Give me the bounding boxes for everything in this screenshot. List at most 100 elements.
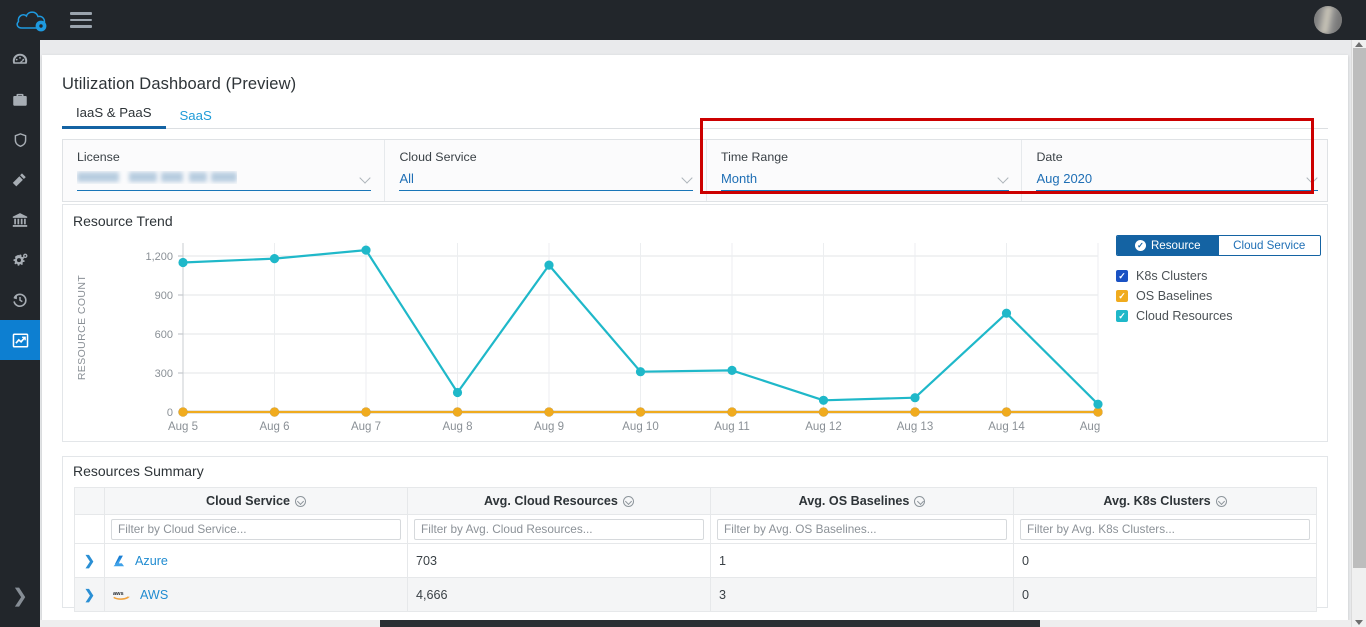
- legend-list: ✓ K8s Clusters ✓ OS Baselines ✓ Cloud Re…: [1116, 266, 1321, 326]
- sort-icon[interactable]: [1215, 496, 1227, 507]
- resources-summary-table: Cloud Service Avg. Cloud Resources Avg. …: [74, 487, 1317, 612]
- resource-trend-panel: Resource Trend 0 300 600 900 1,200 RESOURCE C…: [62, 204, 1328, 442]
- cloud-service-filter[interactable]: Cloud Service All: [384, 140, 705, 201]
- cloud-service-link[interactable]: AWS: [140, 588, 168, 602]
- time-range-filter[interactable]: Time Range Month: [705, 140, 1022, 201]
- scroll-down-arrow-icon[interactable]: [1355, 620, 1363, 625]
- legend-item-os-baselines[interactable]: ✓ OS Baselines: [1116, 286, 1321, 306]
- hamburger-menu-icon[interactable]: [70, 12, 92, 28]
- filter-input-cloud-service[interactable]: [111, 518, 401, 540]
- chevron-down-icon[interactable]: [682, 173, 693, 184]
- chart-mode-toggle[interactable]: ✓ Resource Cloud Service: [1116, 235, 1321, 256]
- time-range-filter-label: Time Range: [720, 150, 788, 164]
- expand-column-header: [74, 487, 105, 515]
- col-header-cloud-service[interactable]: Cloud Service: [104, 487, 408, 515]
- svg-text:Aug 10: Aug 10: [622, 421, 658, 433]
- cloud-service-selected-value: All: [399, 171, 414, 186]
- table-header-row: Cloud Service Avg. Cloud Resources Avg. …: [74, 487, 1317, 515]
- time-range-selected-value: Month: [720, 171, 758, 186]
- sort-icon[interactable]: [622, 496, 634, 507]
- avatar[interactable]: [1314, 6, 1342, 34]
- svg-text:Aug 13: Aug 13: [897, 421, 933, 433]
- tab-bar: IaaS & PaaS SaaS: [62, 103, 1328, 129]
- filter-cell-avg-cloud-resources: [407, 514, 711, 544]
- table-row: ❯ Azure 703 1 0: [74, 543, 1317, 578]
- toggle-cloud-service[interactable]: Cloud Service: [1218, 236, 1320, 255]
- sidebar-item-automation[interactable]: [0, 240, 40, 280]
- sidebar-item-governance[interactable]: [0, 200, 40, 240]
- checkbox-cloud-resources[interactable]: ✓: [1116, 310, 1128, 322]
- row-expand-toggle[interactable]: ❯: [74, 543, 105, 578]
- legend-item-cloud-resources[interactable]: ✓ Cloud Resources: [1116, 306, 1321, 326]
- cloud-gear-logo[interactable]: [14, 7, 50, 33]
- chevron-down-icon[interactable]: [360, 173, 371, 184]
- horizontal-scrollbar[interactable]: [40, 620, 1351, 627]
- filter-input-avg-cloud-resources[interactable]: [414, 518, 704, 540]
- tab-saas[interactable]: SaaS: [166, 108, 226, 129]
- legend-label: K8s Clusters: [1136, 269, 1208, 283]
- chart-legend-box: ✓ Resource Cloud Service ✓ K8s Clusters …: [1116, 235, 1321, 326]
- legend-item-k8s-clusters[interactable]: ✓ K8s Clusters: [1116, 266, 1321, 286]
- sidebar-item-policy[interactable]: [0, 160, 40, 200]
- table-row: ❯ aws AWS 4,666 3 0: [74, 577, 1317, 612]
- sidebar-item-reports[interactable]: [0, 320, 40, 360]
- toggle-resource[interactable]: ✓ Resource: [1117, 236, 1219, 255]
- filter-spacer: [74, 514, 105, 544]
- vertical-scroll-thumb[interactable]: [1353, 48, 1366, 568]
- chevron-right-icon: ❯: [84, 552, 95, 568]
- col-header-avg-k8s-clusters[interactable]: Avg. K8s Clusters: [1013, 487, 1317, 515]
- chevron-right-icon: ❯: [84, 586, 95, 602]
- svg-text:0: 0: [167, 407, 173, 419]
- chevron-down-icon[interactable]: [1307, 173, 1318, 184]
- date-filter-value[interactable]: Aug 2020: [1036, 171, 1319, 191]
- date-filter[interactable]: Date Aug 2020: [1021, 140, 1327, 201]
- filter-cell-avg-k8s-clusters: [1013, 514, 1317, 544]
- filter-cell-avg-os-baselines: [710, 514, 1014, 544]
- filter-bar: License Cloud Service All Time Range Mon…: [62, 139, 1328, 202]
- svg-text:Aug 5: Aug 5: [168, 421, 198, 433]
- sort-icon[interactable]: [914, 496, 926, 507]
- cloud-service-link[interactable]: Azure: [135, 554, 168, 568]
- chevron-down-icon[interactable]: [998, 173, 1009, 184]
- checkbox-os-baselines[interactable]: ✓: [1116, 290, 1128, 302]
- license-filter-value[interactable]: [77, 171, 371, 191]
- sidebar-item-assets[interactable]: [0, 80, 40, 120]
- resource-trend-chart: 0 300 600 900 1,200 RESOURCE COUNT Aug 5 Aug 6 A…: [63, 235, 1116, 435]
- vertical-scrollbar[interactable]: [1351, 40, 1366, 627]
- svg-text:600: 600: [155, 329, 173, 341]
- resources-summary-panel: Resources Summary Cloud Service Avg. Clo…: [62, 456, 1328, 612]
- sidebar-item-history[interactable]: [0, 280, 40, 320]
- cloud-service-filter-value[interactable]: All: [399, 171, 694, 191]
- svg-text:Aug 15: Aug 15: [1080, 421, 1103, 433]
- tab-iaas-paas[interactable]: IaaS & PaaS: [62, 105, 166, 129]
- sidebar-expand-button[interactable]: ❯: [0, 579, 40, 613]
- sort-icon[interactable]: [295, 496, 306, 507]
- license-filter-label: License: [77, 150, 120, 164]
- table-filter-row: [74, 514, 1317, 544]
- svg-text:Aug 11: Aug 11: [714, 421, 750, 433]
- cell-avg-k8s-clusters: 0: [1013, 577, 1317, 612]
- date-filter-label: Date: [1036, 150, 1063, 164]
- checkbox-k8s-clusters[interactable]: ✓: [1116, 270, 1128, 282]
- col-header-avg-cloud-resources[interactable]: Avg. Cloud Resources: [407, 487, 711, 515]
- svg-text:900: 900: [155, 290, 173, 302]
- cell-cloud-service: Azure: [104, 543, 408, 578]
- check-icon: ✓: [1134, 240, 1146, 251]
- col-header-avg-os-baselines[interactable]: Avg. OS Baselines: [710, 487, 1014, 515]
- horizontal-scroll-thumb[interactable]: [380, 620, 1040, 627]
- cell-avg-os-baselines: 1: [710, 543, 1014, 578]
- filter-input-avg-os-baselines[interactable]: [717, 518, 1007, 540]
- filter-input-avg-k8s-clusters[interactable]: [1020, 518, 1310, 540]
- svg-text:300: 300: [155, 368, 173, 380]
- date-selected-value: Aug 2020: [1036, 171, 1093, 186]
- scroll-up-arrow-icon[interactable]: [1355, 42, 1363, 47]
- license-filter[interactable]: License: [63, 140, 384, 201]
- svg-text:aws: aws: [113, 591, 124, 597]
- cell-cloud-service: aws AWS: [104, 577, 408, 612]
- row-expand-toggle[interactable]: ❯: [74, 577, 105, 612]
- time-range-filter-value[interactable]: Month: [720, 171, 1009, 191]
- sidebar-item-dashboard[interactable]: [0, 40, 40, 80]
- svg-text:Aug 7: Aug 7: [351, 421, 381, 433]
- top-bar: [0, 0, 1366, 40]
- sidebar-item-security[interactable]: [0, 120, 40, 160]
